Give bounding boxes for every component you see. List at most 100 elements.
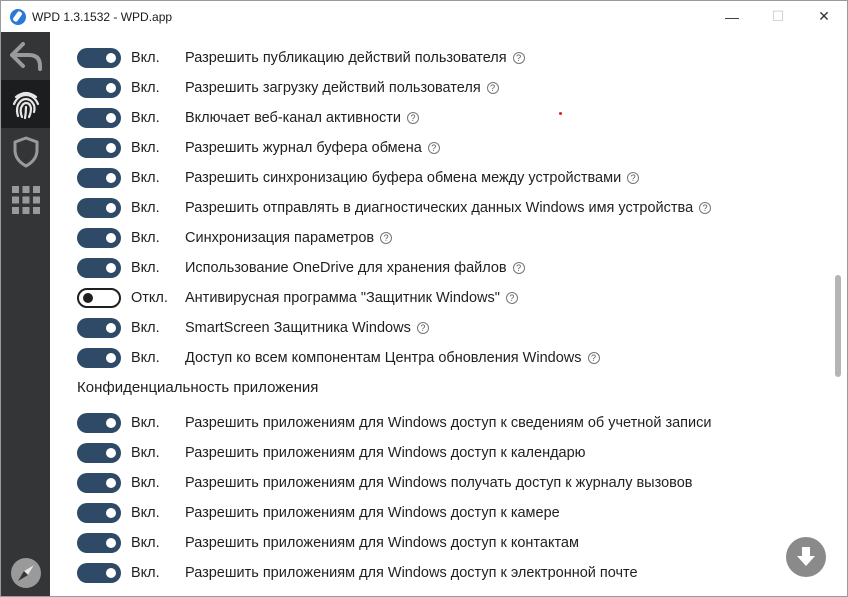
setting-label-text: Доступ ко всем компонентам Центра обновл…	[185, 350, 582, 366]
toggle-knob	[106, 568, 116, 578]
toggle-knob	[106, 83, 116, 93]
window-title: WPD 1.3.1532 - WPD.app	[32, 9, 173, 24]
toggle-knob	[106, 353, 116, 363]
toggle-switch[interactable]	[77, 563, 121, 583]
setting-label: Разрешить приложениям для Windows доступ…	[185, 535, 579, 551]
setting-row: Вкл. Разрешить отправлять в диагностичес…	[50, 193, 830, 223]
setting-row: Вкл. Разрешить загрузку действий пользов…	[50, 73, 830, 103]
help-icon[interactable]: ?	[427, 142, 440, 154]
toggle-state-text: Вкл.	[131, 50, 160, 66]
sidebar-item-privacy[interactable]	[1, 80, 50, 128]
setting-label-text: Включает веб-канал активности	[185, 110, 402, 126]
setting-label: Разрешить загрузку действий пользователя…	[185, 80, 499, 96]
setting-label: Включает веб-канал активности?	[185, 110, 420, 126]
setting-label-text: Разрешить публикацию действий пользовате…	[185, 50, 507, 66]
help-icon[interactable]: ?	[512, 52, 525, 64]
setting-row: Вкл. SmartScreen Защитника Windows?	[50, 313, 830, 343]
cursor-dot	[559, 112, 562, 115]
sidebar-item-back[interactable]	[1, 32, 50, 80]
toggle-switch[interactable]	[77, 503, 121, 523]
toggle-switch[interactable]	[77, 78, 121, 98]
setting-row: Вкл. Доступ ко всем компонентам Центра о…	[50, 343, 830, 373]
compass-icon	[10, 558, 41, 588]
help-icon[interactable]: ?	[627, 172, 640, 184]
toggle-knob	[106, 448, 116, 458]
toggle-switch[interactable]	[77, 138, 121, 158]
help-icon[interactable]: ?	[512, 262, 525, 274]
setting-row: Вкл. Разрешить приложениям для Windows п…	[50, 468, 830, 498]
toggle-switch[interactable]	[77, 228, 121, 248]
app-logo-icon	[10, 8, 26, 25]
vertical-scrollbar[interactable]	[830, 32, 847, 596]
setting-label: Разрешить приложениям для Windows получа…	[185, 475, 693, 491]
toggle-knob	[106, 263, 116, 273]
toggle-switch[interactable]	[77, 108, 121, 128]
setting-row: Вкл. Включает веб-канал активности?	[50, 103, 830, 133]
toggle-switch[interactable]	[77, 533, 121, 553]
help-icon[interactable]: ?	[699, 202, 712, 214]
toggle-knob	[106, 143, 116, 153]
setting-label: Доступ ко всем компонентам Центра обновл…	[185, 350, 600, 366]
toggle-switch[interactable]	[77, 473, 121, 493]
toggle-state-text: Вкл.	[131, 505, 160, 521]
arrow-down-icon	[797, 547, 815, 566]
setting-row: Вкл. Разрешить журнал буфера обмена?	[50, 133, 830, 163]
toggle-knob	[83, 293, 93, 303]
toggle-switch[interactable]	[77, 348, 121, 368]
scroll-down-button[interactable]	[786, 537, 826, 577]
toggle-switch[interactable]	[77, 443, 121, 463]
setting-row: Вкл. Разрешить публикацию действий польз…	[50, 43, 830, 73]
setting-label: Разрешить журнал буфера обмена?	[185, 140, 440, 156]
toggle-knob	[106, 113, 116, 123]
setting-row: Откл. Антивирусная программа "Защитник W…	[50, 283, 830, 313]
toggle-knob	[106, 203, 116, 213]
setting-row: Вкл. Синхронизация параметров?	[50, 223, 830, 253]
toggle-switch[interactable]	[77, 168, 121, 188]
setting-label: Разрешить приложениям для Windows доступ…	[185, 565, 638, 581]
help-icon[interactable]: ?	[416, 322, 429, 334]
close-button[interactable]: ✕	[801, 1, 847, 32]
toggle-state-text: Вкл.	[131, 200, 160, 216]
toggle-switch[interactable]	[77, 48, 121, 68]
setting-label: Разрешить отправлять в диагностических д…	[185, 200, 712, 216]
apps-grid-icon	[11, 186, 40, 214]
help-icon[interactable]: ?	[407, 112, 420, 124]
toggle-state-text: Вкл.	[131, 445, 160, 461]
toggle-state-text: Откл.	[131, 290, 168, 306]
toggle-switch[interactable]	[77, 198, 121, 218]
toggle-state-text: Вкл.	[131, 535, 160, 551]
setting-label: Разрешить приложениям для Windows доступ…	[185, 445, 586, 461]
sidebar-item-apps[interactable]	[1, 176, 50, 224]
toggle-knob	[106, 53, 116, 63]
toggle-switch[interactable]	[77, 258, 121, 278]
setting-label: Антивирусная программа "Защитник Windows…	[185, 290, 518, 306]
setting-label-text: Использование OneDrive для хранения файл…	[185, 260, 507, 276]
setting-row: Вкл. Разрешить приложениям для Windows д…	[50, 408, 830, 438]
scrollbar-thumb[interactable]	[835, 275, 841, 377]
app-window: WPD 1.3.1532 - WPD.app — ☐ ✕ Вкл. Разреш…	[0, 0, 848, 597]
toggle-knob	[106, 508, 116, 518]
help-icon[interactable]: ?	[380, 232, 393, 244]
toggle-switch[interactable]	[77, 288, 121, 308]
toggle-switch[interactable]	[77, 318, 121, 338]
setting-label-text: Антивирусная программа "Защитник Windows…	[185, 290, 500, 306]
setting-label-text: Разрешить загрузку действий пользователя	[185, 80, 481, 96]
help-icon[interactable]: ?	[505, 292, 518, 304]
toggle-knob	[106, 538, 116, 548]
toggle-state-text: Вкл.	[131, 170, 160, 186]
help-icon[interactable]: ?	[486, 82, 499, 94]
help-icon[interactable]: ?	[587, 352, 600, 364]
shield-icon	[13, 136, 38, 168]
sidebar-item-security[interactable]	[1, 128, 50, 176]
maximize-button[interactable]: ☐	[755, 1, 801, 32]
setting-row: Вкл. Разрешить приложениям для Windows д…	[50, 528, 830, 558]
toggle-switch[interactable]	[77, 413, 121, 433]
title-bar[interactable]: WPD 1.3.1532 - WPD.app — ☐ ✕	[1, 1, 847, 32]
toggle-state-text: Вкл.	[131, 110, 160, 126]
back-arrow-icon	[9, 42, 42, 71]
fingerprint-icon	[12, 91, 39, 120]
setting-row: Вкл. Разрешить приложениям для Windows д…	[50, 558, 830, 588]
sidebar-item-about[interactable]	[1, 549, 50, 596]
minimize-button[interactable]: —	[709, 1, 755, 32]
setting-label: Разрешить приложениям для Windows доступ…	[185, 505, 560, 521]
